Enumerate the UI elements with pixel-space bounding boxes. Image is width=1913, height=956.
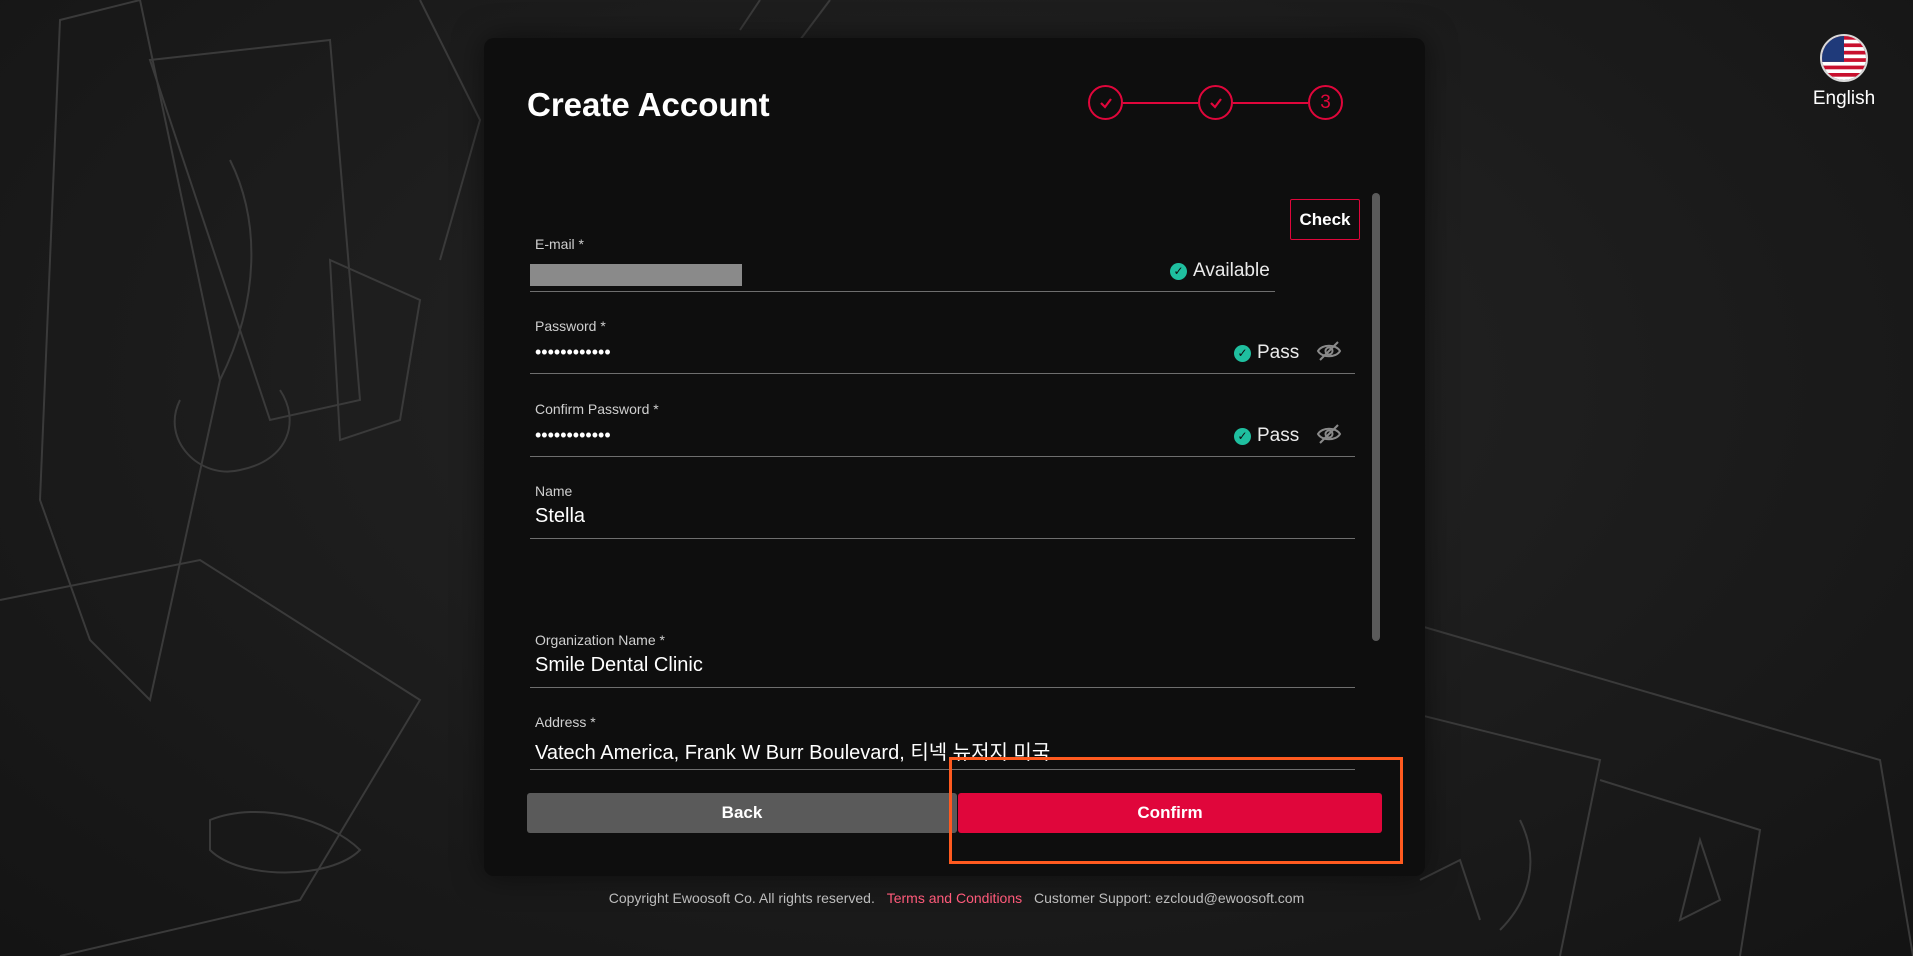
back-button[interactable]: Back bbox=[527, 793, 957, 833]
address-value: Vatech America, Frank W Burr Boulevard, … bbox=[535, 742, 1051, 764]
us-flag-icon bbox=[1820, 34, 1868, 82]
email-status: ✓ Available bbox=[1170, 260, 1270, 282]
language-label: English bbox=[1812, 88, 1876, 109]
confirm-button[interactable]: Confirm bbox=[958, 793, 1382, 833]
signup-stepper: 3 bbox=[1088, 85, 1348, 121]
step-connector bbox=[1233, 102, 1308, 104]
name-field[interactable]: Name Stella bbox=[530, 483, 1355, 539]
password-label: Password * bbox=[535, 318, 606, 334]
form-scrollbar[interactable] bbox=[1372, 193, 1380, 641]
confirm-password-status-text: Pass bbox=[1257, 425, 1300, 446]
success-check-icon: ✓ bbox=[1170, 262, 1187, 280]
organization-value: Smile Dental Clinic bbox=[535, 654, 703, 676]
password-value: •••••••••••• bbox=[535, 342, 611, 362]
copyright-text: Copyright Ewoosoft Co. All rights reserv… bbox=[608, 890, 875, 906]
password-status-text: Pass bbox=[1257, 342, 1300, 363]
address-label: Address * bbox=[535, 714, 596, 730]
check-email-button[interactable]: Check bbox=[1290, 199, 1360, 240]
signup-form[interactable]: E-mail * ✓ Available Password * ••••••••… bbox=[530, 190, 1365, 780]
success-check-icon: ✓ bbox=[1234, 344, 1251, 362]
language-selector[interactable]: English bbox=[1806, 34, 1882, 110]
step-connector bbox=[1123, 102, 1198, 104]
confirm-password-label: Confirm Password * bbox=[535, 401, 659, 417]
eye-slash-icon[interactable] bbox=[1316, 423, 1342, 445]
success-check-icon: ✓ bbox=[1234, 427, 1251, 445]
confirm-password-field[interactable]: Confirm Password * •••••••••••• ✓ Pass bbox=[530, 401, 1355, 457]
email-status-text: Available bbox=[1193, 260, 1270, 281]
organization-label: Organization Name * bbox=[535, 632, 665, 648]
page-title: Create Account bbox=[527, 86, 770, 123]
eye-slash-icon[interactable] bbox=[1316, 340, 1342, 362]
address-field[interactable]: Address * Vatech America, Frank W Burr B… bbox=[530, 714, 1355, 770]
organization-field[interactable]: Organization Name * Smile Dental Clinic bbox=[530, 632, 1355, 688]
step-3-current: 3 bbox=[1308, 85, 1343, 120]
confirm-password-value: •••••••••••• bbox=[535, 425, 611, 445]
step-1-done bbox=[1088, 85, 1123, 120]
name-value: Stella bbox=[535, 505, 586, 527]
check-icon bbox=[1209, 97, 1222, 109]
support-text: Customer Support: ezcloud@ewoosoft.com bbox=[1034, 890, 1305, 906]
step-3-number: 3 bbox=[1320, 91, 1331, 113]
email-label: E-mail * bbox=[535, 236, 585, 252]
check-icon bbox=[1099, 97, 1112, 109]
step-2-done bbox=[1198, 85, 1233, 120]
email-value-redacted bbox=[530, 264, 742, 286]
password-status: ✓ Pass bbox=[1234, 342, 1299, 364]
create-account-card: Create Account 3 E-mail * ✓ Available Pa… bbox=[484, 38, 1425, 876]
terms-link[interactable]: Terms and Conditions bbox=[887, 890, 1022, 906]
footer: Copyright Ewoosoft Co. All rights reserv… bbox=[0, 890, 1913, 906]
confirm-password-status: ✓ Pass bbox=[1234, 425, 1299, 447]
password-field[interactable]: Password * •••••••••••• ✓ Pass bbox=[530, 318, 1355, 374]
email-field[interactable]: E-mail * ✓ Available bbox=[530, 236, 1275, 292]
name-label: Name bbox=[535, 483, 573, 499]
